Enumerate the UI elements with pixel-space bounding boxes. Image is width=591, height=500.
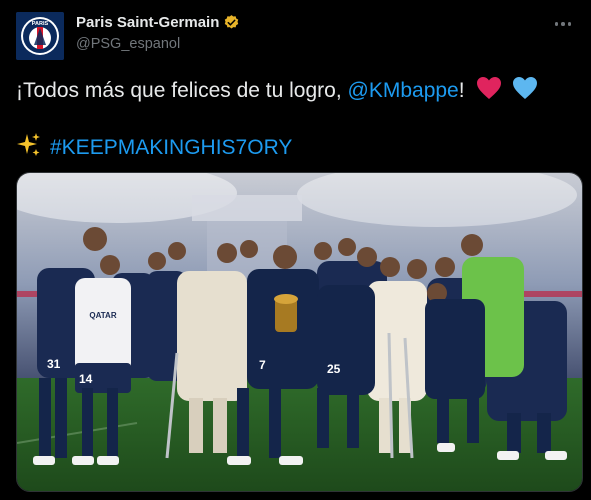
avatar[interactable]: PARIS xyxy=(16,12,64,60)
tweet-photo[interactable]: QATAR 31 14 7 25 xyxy=(16,172,583,492)
sponsor-text: QATAR xyxy=(89,311,116,320)
tweet-text-before: ¡Todos más que felices de tu logro, xyxy=(16,79,348,102)
jersey-number-3: 7 xyxy=(259,358,266,372)
psg-crest-icon: PARIS xyxy=(16,12,64,60)
hashtag-link[interactable]: #KEEPMAKINGHIS7ORY xyxy=(50,136,292,159)
author-handle[interactable]: @PSG_espanol xyxy=(76,36,180,52)
sparkles-icon xyxy=(17,133,40,156)
hashtag-line: #KEEPMAKINGHIS7ORY xyxy=(16,132,292,160)
author-name-row: Paris Saint-Germain xyxy=(76,14,240,31)
avatar-text: PARIS xyxy=(32,21,49,27)
tweet-text-after: ! xyxy=(458,79,465,102)
more-options-icon[interactable] xyxy=(549,14,577,34)
display-name[interactable]: Paris Saint-Germain xyxy=(76,14,219,31)
mention-link[interactable]: @KMbappe xyxy=(348,79,459,102)
team-photo: QATAR 31 14 7 25 xyxy=(17,173,582,491)
jersey-number-4: 25 xyxy=(327,362,341,376)
tweet-text: ¡Todos más que felices de tu logro, @KMb… xyxy=(16,76,538,103)
verified-badge-icon xyxy=(225,15,239,29)
jersey-number-2: 14 xyxy=(79,372,93,386)
red-heart-icon xyxy=(477,77,502,99)
jersey-number-1: 31 xyxy=(47,357,61,371)
blue-heart-icon xyxy=(513,77,538,99)
